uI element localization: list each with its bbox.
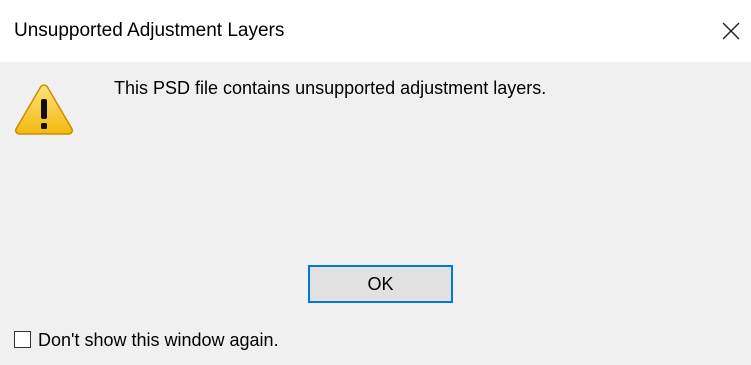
dont-show-again-checkbox[interactable] [14,331,31,348]
ok-button[interactable]: OK [308,265,453,303]
warning-icon [15,84,73,135]
dont-show-again-label: Don't show this window again. [38,330,279,350]
close-icon [722,22,740,40]
dialog-title: Unsupported Adjustment Layers [14,20,285,41]
dialog-message: This PSD file contains unsupported adjus… [114,78,547,98]
dialog-titlebar: Unsupported Adjustment Layers [0,0,751,62]
dialog-content: This PSD file contains unsupported adjus… [0,62,751,365]
close-button[interactable] [714,14,748,48]
